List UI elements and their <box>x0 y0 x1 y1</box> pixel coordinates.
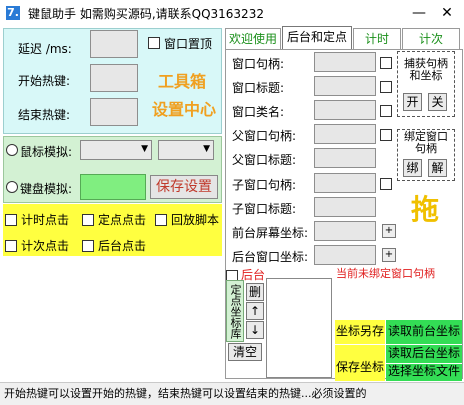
app-icon: 7. <box>6 6 20 20</box>
window-handle-checkbox[interactable] <box>380 55 392 69</box>
window-title: 键鼠助手 如需购买源码,请联系QQ3163232 <box>28 7 264 21</box>
move-down-button[interactable]: ↓ <box>246 321 264 339</box>
coords-list[interactable] <box>266 278 332 378</box>
unbound-warning: 当前未绑定窗口句柄 <box>336 267 435 280</box>
checkbox-icon <box>380 128 392 141</box>
tab-timer[interactable]: 计时 <box>353 28 401 50</box>
bind-button[interactable]: 绑 <box>403 159 422 177</box>
settings-center-text: 设置中心 <box>152 100 217 119</box>
close-button[interactable]: ✕ <box>436 4 458 22</box>
tab-count[interactable]: 计次 <box>402 28 460 50</box>
start-hotkey-input[interactable] <box>90 64 138 92</box>
save-coords-button[interactable]: 保存坐标 <box>335 345 385 381</box>
capture-title: 捕获句柄和坐标 <box>404 57 448 82</box>
mouse-sim-select-2[interactable]: ▼ <box>158 140 214 160</box>
field-label-parent-handle: 父窗口句柄: <box>232 129 297 143</box>
field-label-child-handle: 子窗口句柄: <box>232 178 297 192</box>
checkbox-icon <box>148 36 160 49</box>
checkbox-icon <box>5 239 17 252</box>
drag-target[interactable]: 拖 <box>411 188 439 228</box>
checkbox-icon <box>82 239 94 252</box>
field-label-window-class: 窗口类名: <box>232 105 285 119</box>
mouse-sim-select[interactable]: ▼ <box>80 140 152 160</box>
read-front-coords-button[interactable]: 读取前台坐标 <box>386 320 462 344</box>
keyboard-sim-radio[interactable] <box>6 181 18 196</box>
capture-open-button[interactable]: 开 <box>403 93 422 111</box>
checkbox-icon <box>5 213 17 226</box>
window-title-checkbox[interactable] <box>380 79 392 93</box>
background-click-checkbox[interactable] <box>82 238 94 252</box>
fixed-coords-label: 定点坐标库 <box>226 280 244 342</box>
count-click-checkbox[interactable] <box>5 238 17 252</box>
window-class-checkbox[interactable] <box>380 103 392 117</box>
radio-icon <box>6 181 18 193</box>
field-label-front-coords: 前台屏幕坐标: <box>232 226 309 240</box>
background-label: 后台 <box>241 268 266 282</box>
parent-handle-field[interactable] <box>314 124 376 144</box>
front-coords-plus-button[interactable]: + <box>382 224 396 238</box>
window-top-checkbox[interactable] <box>148 35 160 49</box>
mouse-sim-label: 鼠标模拟: <box>20 145 73 159</box>
capture-close-button[interactable]: 关 <box>428 93 447 111</box>
field-label-child-title: 子窗口标题: <box>232 202 297 216</box>
delete-button[interactable]: 删 <box>246 283 264 301</box>
radio-icon <box>6 144 18 156</box>
front-coords-field[interactable] <box>314 221 376 241</box>
fixed-click-label: 定点点击 <box>98 213 147 227</box>
bind-title: 绑定窗口句柄 <box>404 130 448 155</box>
field-label-back-coords: 后台窗口坐标: <box>232 250 309 264</box>
mouse-sim-radio[interactable] <box>6 144 18 159</box>
child-title-field[interactable] <box>314 197 376 217</box>
child-handle-field[interactable] <box>314 173 376 193</box>
window-top-label: 窗口置顶 <box>164 37 213 51</box>
window-title-field[interactable] <box>314 76 376 96</box>
checkbox-icon <box>380 177 392 190</box>
checkbox-icon <box>380 104 392 117</box>
window-handle-field[interactable] <box>314 52 376 72</box>
checkbox-icon <box>82 213 94 226</box>
parent-title-field[interactable] <box>314 148 376 168</box>
save-settings-button[interactable]: 保存设置 <box>150 175 218 199</box>
toolbox-text: 工具箱 <box>158 72 207 91</box>
child-handle-checkbox[interactable] <box>380 176 392 190</box>
save-coords-as-button[interactable]: 坐标另存 <box>335 320 385 344</box>
clear-button[interactable]: 清空 <box>228 343 262 361</box>
chevron-down-icon: ▼ <box>141 144 148 154</box>
start-hotkey-label: 开始热键: <box>18 74 71 88</box>
window-class-field[interactable] <box>314 100 376 120</box>
background-click-label: 后台点击 <box>98 239 147 253</box>
back-coords-plus-button[interactable]: + <box>382 248 396 262</box>
field-label-window-title: 窗口标题: <box>232 81 285 95</box>
timed-click-label: 计时点击 <box>21 213 70 227</box>
chevron-down-icon: ▼ <box>203 144 210 154</box>
checkbox-icon <box>155 213 167 226</box>
replay-script-label: 回放脚本 <box>171 213 220 227</box>
tab-welcome[interactable]: 欢迎使用 <box>225 28 281 50</box>
keyboard-sim-label: 键盘模拟: <box>20 182 73 196</box>
tab-background-fixed[interactable]: 后台和定点 <box>282 26 352 50</box>
end-hotkey-input[interactable] <box>90 98 138 126</box>
move-up-button[interactable]: ↑ <box>246 302 264 320</box>
checkbox-icon <box>380 80 392 93</box>
field-label-parent-title: 父窗口标题: <box>232 153 297 167</box>
keyboard-sim-input[interactable] <box>80 174 146 200</box>
fixed-click-checkbox[interactable] <box>82 212 94 226</box>
status-bar: 开始热键可以设置开始的热键，结束热键可以设置结束的热键...必须设置的 <box>0 382 464 405</box>
checkbox-icon <box>380 56 392 69</box>
read-back-coords-button[interactable]: 读取后台坐标 <box>386 345 462 363</box>
field-label-window-handle: 窗口句柄: <box>232 57 285 71</box>
unbind-button[interactable]: 解 <box>428 159 447 177</box>
minimize-button[interactable]: — <box>408 4 430 22</box>
choose-coords-file-button[interactable]: 选择坐标文件 <box>386 364 462 381</box>
delay-label: 延迟 /ms: <box>18 42 72 56</box>
parent-handle-checkbox[interactable] <box>380 127 392 141</box>
back-coords-field[interactable] <box>314 245 376 265</box>
delay-input[interactable] <box>90 30 138 58</box>
count-click-label: 计次点击 <box>21 239 70 253</box>
end-hotkey-label: 结束热键: <box>18 108 71 122</box>
timed-click-checkbox[interactable] <box>5 212 17 226</box>
replay-script-checkbox[interactable] <box>155 212 167 226</box>
